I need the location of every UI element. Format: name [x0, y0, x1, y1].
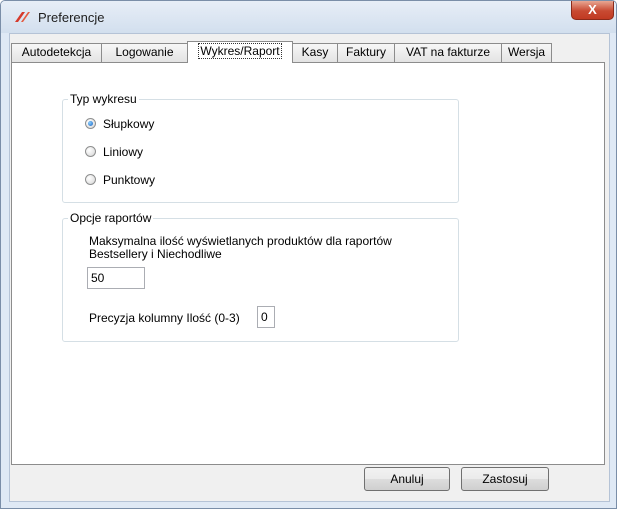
radio-button[interactable] — [85, 174, 96, 185]
radio-button-checked[interactable] — [85, 118, 96, 129]
radio-label-liniowy: Liniowy — [103, 145, 144, 159]
max-products-label: Maksymalna ilość wyświetlanych produktów… — [89, 234, 392, 261]
radio-label-slupkowy: Słupkowy — [103, 117, 155, 131]
apply-button[interactable]: Zastosuj — [461, 467, 549, 491]
radio-label-punktowy: Punktowy — [103, 173, 156, 187]
tab-panel-wykres-raport: Typ wykresu Słupkowy Liniowy Punktowy Op… — [11, 62, 605, 465]
precision-input[interactable]: 0 — [257, 306, 275, 328]
cancel-button[interactable]: Anuluj — [364, 467, 450, 491]
chart-type-group-title: Typ wykresu — [68, 92, 139, 106]
app-logo-icon — [15, 12, 30, 22]
tab-vat-na-fakturze[interactable]: VAT na fakturze — [394, 43, 502, 62]
chart-type-groupbox: Typ wykresu Słupkowy Liniowy Punktowy — [62, 92, 459, 203]
tab-autodetekcja[interactable]: Autodetekcja — [11, 43, 102, 62]
window-title: Preferencje — [38, 10, 105, 25]
tab-kasy[interactable]: Kasy — [292, 43, 338, 62]
title-bar[interactable]: Preferencje X — [1, 1, 616, 33]
preferences-window: Preferencje X Autodetekcja Logowanie Wyk… — [0, 0, 617, 509]
precision-label: Precyzja kolumny Ilość (0-3) — [89, 311, 240, 325]
tab-faktury[interactable]: Faktury — [337, 43, 395, 62]
tab-wykres-raport[interactable]: Wykres/Raport — [187, 41, 293, 63]
radio-button[interactable] — [85, 146, 96, 157]
close-button[interactable]: X — [571, 1, 614, 20]
tab-wersja[interactable]: Wersja — [501, 43, 552, 62]
max-products-input[interactable]: 50 — [87, 267, 145, 289]
tab-logowanie[interactable]: Logowanie — [101, 43, 188, 62]
report-options-groupbox: Opcje raportów Maksymalna ilość wyświetl… — [62, 211, 459, 342]
report-options-group-title: Opcje raportów — [68, 211, 154, 225]
